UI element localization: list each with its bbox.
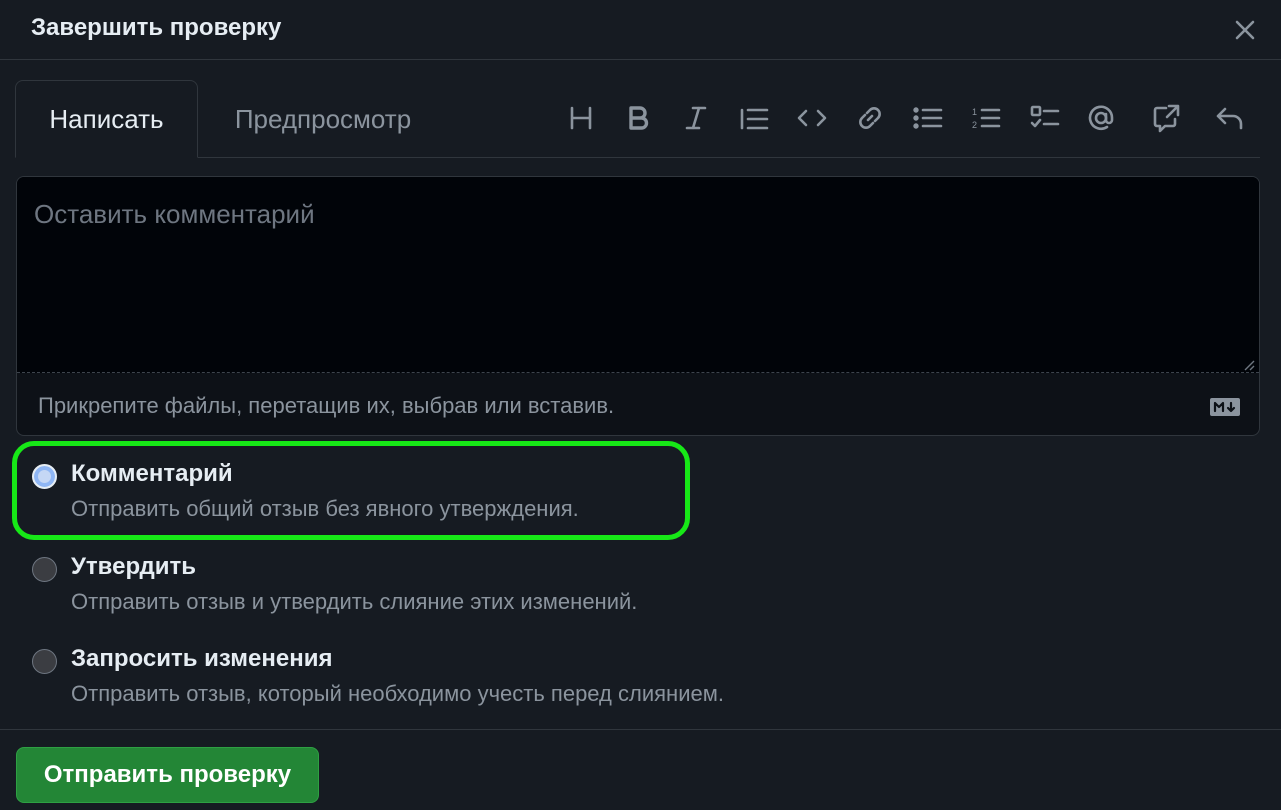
review-option-approve[interactable]: Утвердить Отправить отзыв и утвердить сл… bbox=[30, 553, 750, 623]
resize-grip-icon[interactable] bbox=[1243, 359, 1255, 371]
review-option-request-changes[interactable]: Запросить изменения Отправить отзыв, кот… bbox=[30, 645, 850, 715]
svg-text:1: 1 bbox=[972, 107, 977, 117]
code-icon bbox=[797, 109, 827, 127]
svg-text:2: 2 bbox=[972, 120, 977, 130]
radio-request-changes[interactable] bbox=[32, 649, 57, 674]
radio-approve[interactable] bbox=[32, 557, 57, 582]
submit-review-button[interactable]: Отправить проверку bbox=[16, 747, 319, 803]
link-button[interactable] bbox=[850, 98, 890, 138]
tab-preview[interactable]: Предпросмотр bbox=[213, 80, 433, 158]
quote-icon bbox=[740, 108, 769, 130]
bold-button[interactable] bbox=[618, 98, 658, 138]
footer-divider bbox=[0, 729, 1281, 730]
option-description: Отправить отзыв и утвердить слияние этих… bbox=[71, 589, 638, 614]
cross-reference-button[interactable] bbox=[1146, 98, 1186, 138]
dialog-header: Завершить проверку bbox=[0, 0, 1281, 60]
review-option-comment[interactable]: Комментарий Отправить общий отзыв без яв… bbox=[30, 460, 680, 530]
numbered-list-button[interactable]: 1 2 bbox=[966, 98, 1006, 138]
heading-button[interactable] bbox=[561, 98, 601, 138]
quote-button[interactable] bbox=[734, 98, 774, 138]
cross-reference-icon bbox=[1153, 104, 1180, 133]
option-label: Запросить изменения bbox=[71, 645, 333, 672]
bulleted-list-button[interactable] bbox=[908, 98, 948, 138]
bold-icon bbox=[629, 106, 649, 130]
comment-editor: Прикрепите файлы, перетащив их, выбрав и… bbox=[16, 176, 1260, 436]
option-label: Комментарий bbox=[71, 460, 233, 487]
x-icon bbox=[1235, 20, 1255, 40]
radio-comment[interactable] bbox=[32, 464, 57, 489]
option-description: Отправить общий отзыв без явного утвержд… bbox=[71, 496, 579, 521]
close-button[interactable] bbox=[1229, 14, 1261, 46]
task-list-icon bbox=[1030, 105, 1060, 128]
bulleted-list-icon bbox=[913, 107, 943, 129]
italic-icon bbox=[685, 106, 707, 130]
tab-write[interactable]: Написать bbox=[15, 80, 198, 158]
dialog-title: Завершить проверку bbox=[31, 14, 282, 41]
link-icon bbox=[859, 107, 881, 129]
option-label: Утвердить bbox=[71, 553, 197, 580]
code-button[interactable] bbox=[792, 98, 832, 138]
comment-textarea[interactable] bbox=[17, 177, 1259, 373]
option-description: Отправить отзыв, который необходимо учес… bbox=[71, 681, 724, 706]
numbered-list-icon: 1 2 bbox=[972, 107, 1001, 130]
attach-files-hint[interactable]: Прикрепите файлы, перетащив их, выбрав и… bbox=[38, 393, 614, 419]
task-list-button[interactable] bbox=[1025, 98, 1065, 138]
mention-icon bbox=[1088, 105, 1114, 131]
reply-icon bbox=[1216, 107, 1243, 130]
italic-button[interactable] bbox=[676, 98, 716, 138]
markdown-icon bbox=[1210, 398, 1240, 416]
reply-button[interactable] bbox=[1209, 98, 1249, 138]
heading-icon bbox=[570, 106, 592, 130]
mention-button[interactable] bbox=[1081, 98, 1121, 138]
